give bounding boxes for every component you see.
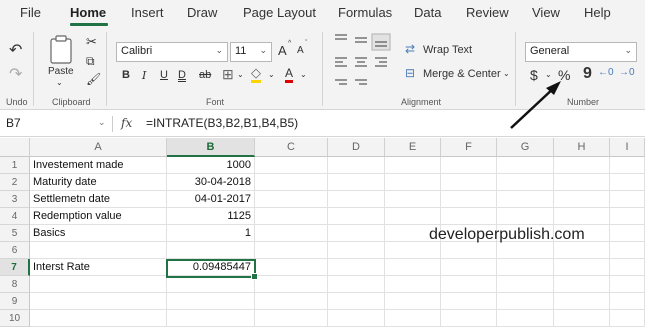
annotation-arrow <box>510 81 561 129</box>
watermark-text: developerpublish.com <box>429 226 585 243</box>
